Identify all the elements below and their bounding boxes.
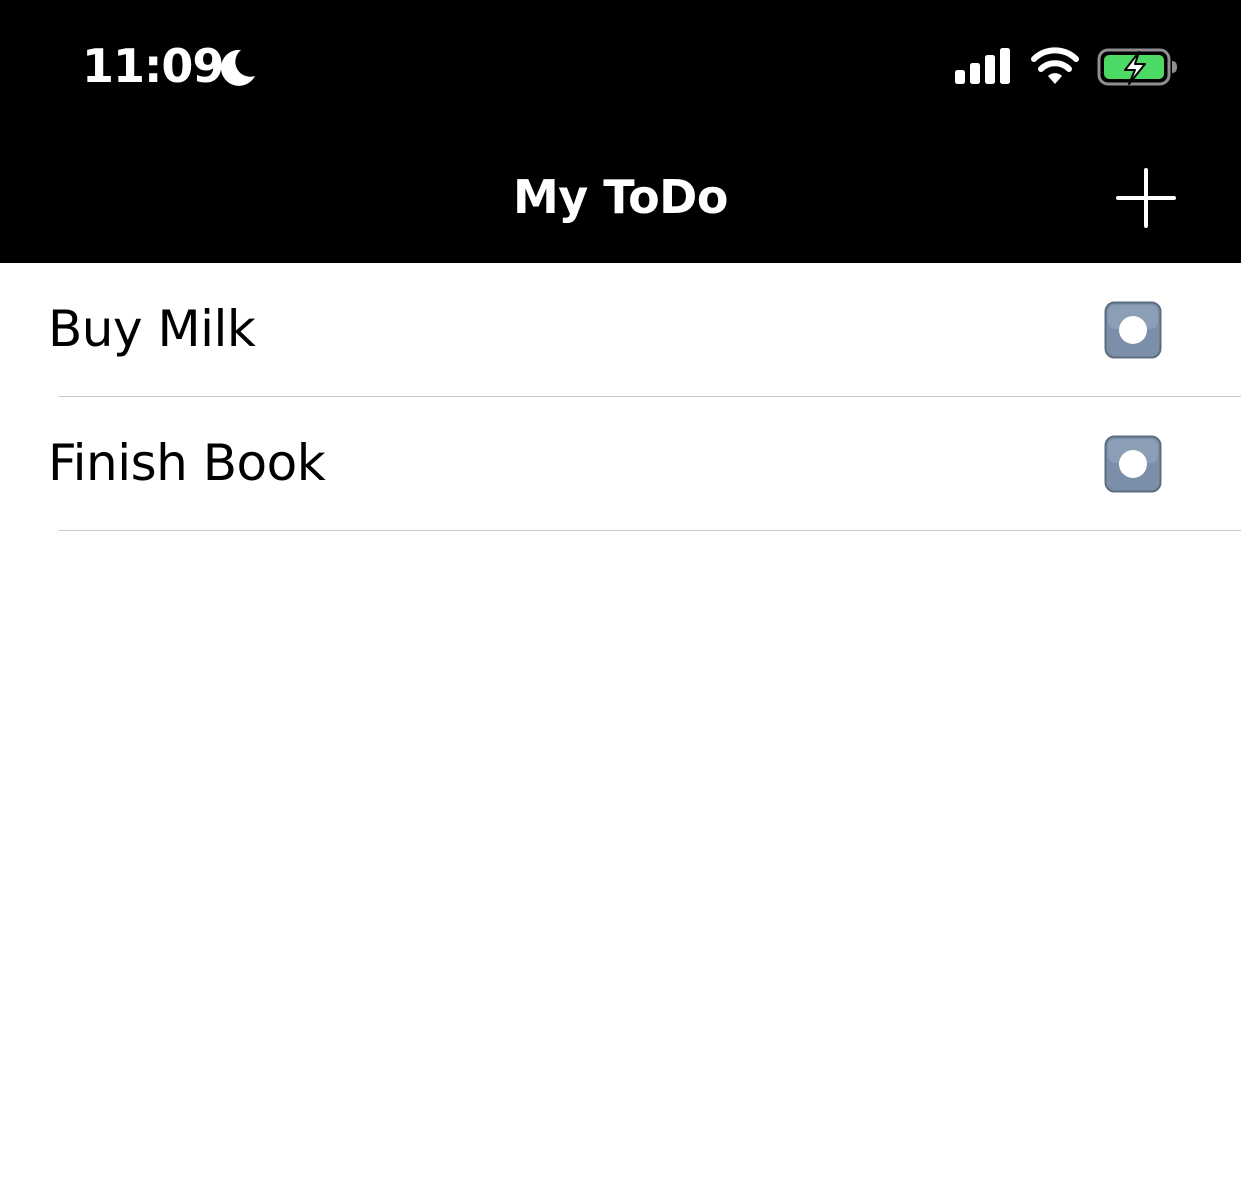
cellular-signal-icon [955, 48, 1010, 84]
status-bar: 11:09 [0, 0, 1241, 132]
status-time: 11:09 [82, 39, 224, 93]
navigation-bar: My ToDo [0, 132, 1241, 263]
todo-row[interactable]: Buy Milk [0, 263, 1241, 397]
todo-label: Buy Milk [48, 300, 256, 358]
add-todo-button[interactable] [1112, 164, 1180, 232]
battery-charging-icon [1097, 48, 1177, 86]
todo-row[interactable]: Finish Book [0, 397, 1241, 531]
record-button-icon[interactable] [1104, 435, 1162, 493]
plus-icon [1116, 168, 1176, 228]
wifi-icon [1031, 47, 1079, 84]
todo-label: Finish Book [48, 434, 326, 492]
todo-list: Buy Milk Finish Book [0, 263, 1241, 531]
page-title: My ToDo [513, 170, 728, 224]
record-button-icon[interactable] [1104, 301, 1162, 359]
moon-icon [220, 49, 255, 86]
